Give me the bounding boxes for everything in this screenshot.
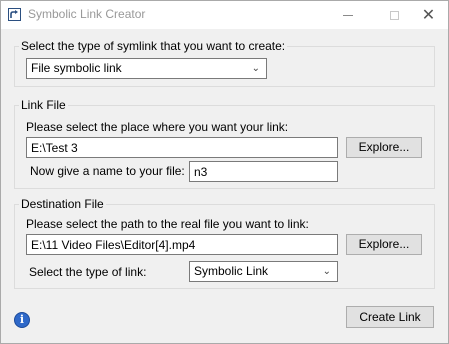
minimize-icon [343,14,353,16]
link-file-group-title: Link File [19,98,68,112]
app-window: Symbolic Link Creator ✕ Select the type … [0,0,449,344]
destination-path-prompt: Please select the path to the real file … [26,217,309,231]
link-name-prompt: Now give a name to your file: [30,164,185,178]
link-place-input[interactable] [26,137,338,158]
destination-explore-button[interactable]: Explore... [346,234,422,255]
create-link-button[interactable]: Create Link [346,306,434,328]
shortcut-arrow-icon [8,8,21,21]
link-place-prompt: Please select the place where you want y… [26,120,289,134]
symlink-type-dropdown[interactable]: File symbolic link ⌄ [26,58,267,79]
maximize-icon [389,10,399,20]
close-icon: ✕ [421,5,436,24]
window-title: Symbolic Link Creator [28,7,146,21]
chevron-down-icon: ⌄ [322,266,331,277]
close-button[interactable]: ✕ [409,1,448,29]
symlink-type-prompt: Select the type of symlink that you want… [19,39,288,53]
link-name-input[interactable] [189,161,338,182]
link-type-value: Symbolic Link [194,264,269,278]
link-explore-button[interactable]: Explore... [346,137,422,158]
destination-path-input[interactable] [26,234,338,255]
link-type-dropdown[interactable]: Symbolic Link ⌄ [189,261,338,282]
link-type-prompt: Select the type of link: [29,265,147,279]
chevron-down-icon: ⌄ [251,63,260,74]
info-icon[interactable]: i [14,312,30,328]
minimize-button[interactable] [325,1,371,29]
title-bar: Symbolic Link Creator ✕ [1,1,448,29]
destination-file-group-title: Destination File [19,197,106,211]
symlink-type-value: File symbolic link [31,61,122,75]
